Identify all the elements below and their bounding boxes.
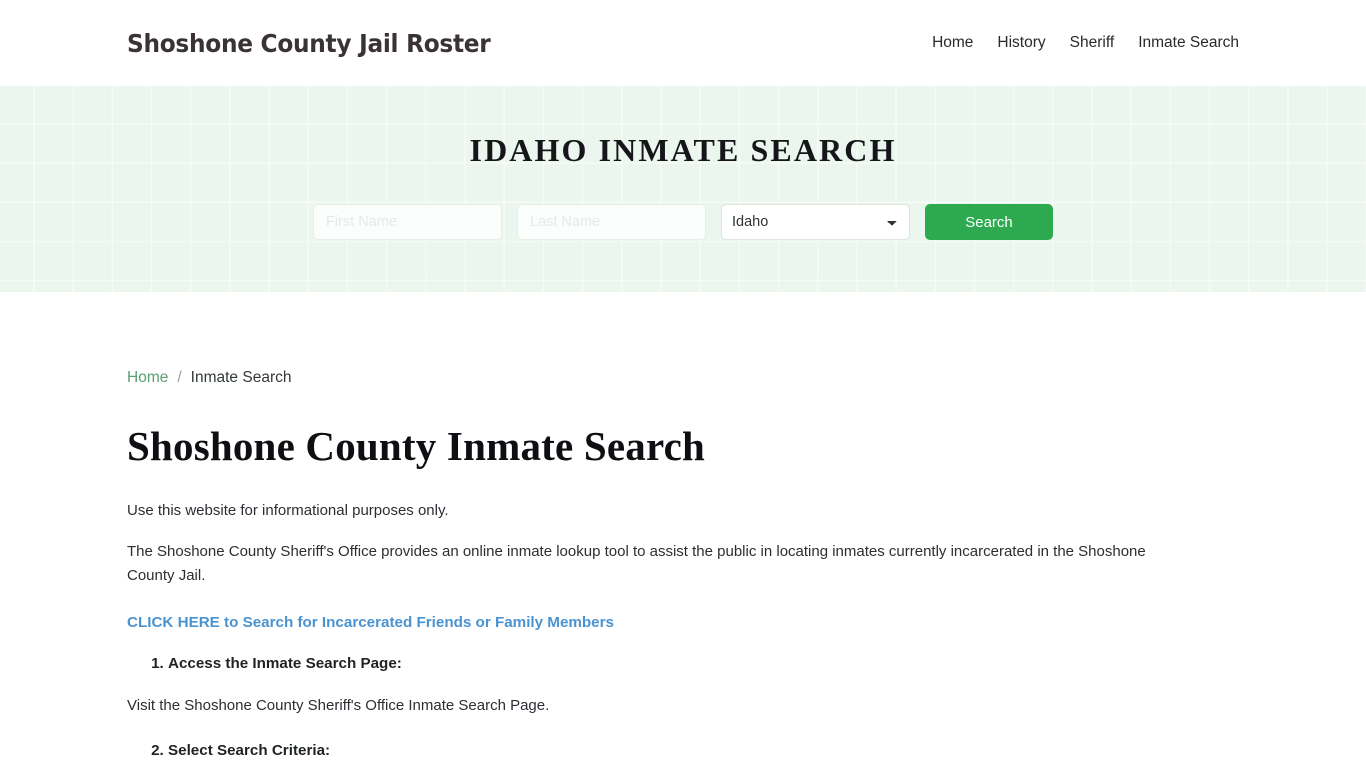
main-navigation: Home History Sheriff Inmate Search: [920, 34, 1239, 52]
hero-title: IDAHO INMATE SEARCH: [469, 132, 897, 168]
search-button[interactable]: Search: [925, 204, 1053, 240]
nav-item-inmate-search[interactable]: Inmate Search: [1126, 34, 1239, 52]
inmate-search-form: Idaho Search: [313, 204, 1053, 240]
description-paragraph: The Shoshone County Sheriff's Office pro…: [127, 543, 1146, 585]
step-item-select-criteria: Select Search Criteria:: [168, 740, 1239, 763]
intro-paragraph: Use this website for informational purpo…: [127, 502, 449, 520]
hero-search-banner: IDAHO INMATE SEARCH Idaho Search: [0, 86, 1366, 292]
nav-item-sheriff[interactable]: Sheriff: [1058, 34, 1127, 52]
step-note-access-page: Visit the Shoshone County Sheriff's Offi…: [127, 697, 550, 715]
site-brand-title[interactable]: Shoshone County Jail Roster: [127, 29, 491, 58]
breadcrumb-home-link[interactable]: Home: [127, 370, 168, 386]
page-title: Shoshone County Inmate Search: [127, 422, 705, 469]
breadcrumb-separator: /: [177, 369, 182, 386]
breadcrumb-current: Inmate Search: [190, 369, 292, 386]
nav-item-history[interactable]: History: [985, 34, 1057, 52]
first-name-input[interactable]: [313, 204, 502, 240]
main-content: Home / Inmate Search Shoshone County Inm…: [0, 370, 1366, 763]
breadcrumb: Home / Inmate Search: [127, 370, 1239, 386]
last-name-input[interactable]: [517, 204, 706, 240]
site-header: Shoshone County Jail Roster Home History…: [0, 0, 1366, 86]
nav-item-home[interactable]: Home: [920, 34, 985, 52]
state-select[interactable]: Idaho: [721, 204, 910, 240]
step-item-access-page: Access the Inmate Search Page:: [168, 653, 1239, 676]
steps-list-first: Access the Inmate Search Page:: [127, 653, 1239, 676]
inmate-search-cta-link[interactable]: CLICK HERE to Search for Incarcerated Fr…: [127, 614, 1239, 631]
steps-list-second: Select Search Criteria:: [127, 740, 1239, 763]
